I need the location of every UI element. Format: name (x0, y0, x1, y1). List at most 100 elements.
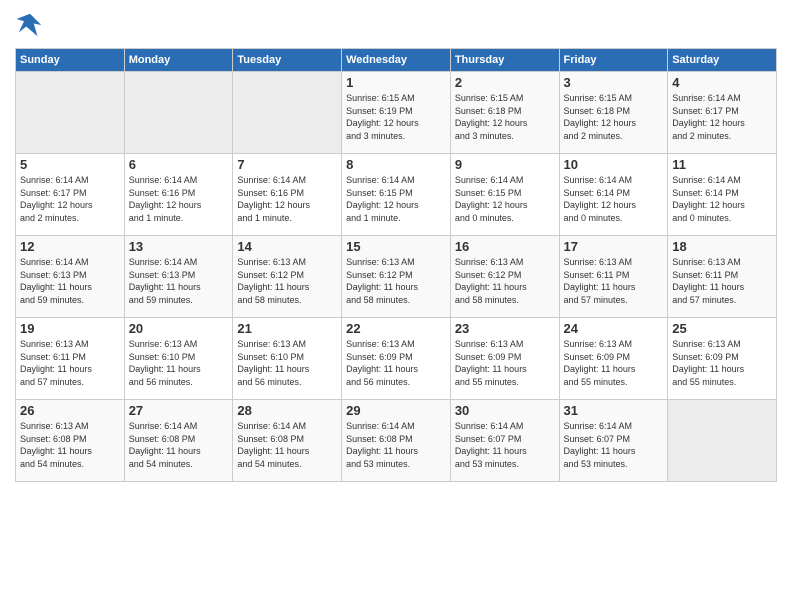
day-number: 17 (564, 239, 664, 254)
day-number: 26 (20, 403, 120, 418)
day-info: Sunrise: 6:14 AM Sunset: 6:07 PM Dayligh… (455, 420, 555, 470)
day-number: 7 (237, 157, 337, 172)
day-info: Sunrise: 6:14 AM Sunset: 6:16 PM Dayligh… (237, 174, 337, 224)
day-number: 3 (564, 75, 664, 90)
calendar-cell: 22 Sunrise: 6:13 AM Sunset: 6:09 PM Dayli… (342, 318, 451, 400)
calendar-cell: 18 Sunrise: 6:13 AM Sunset: 6:11 PM Dayli… (668, 236, 777, 318)
day-number: 9 (455, 157, 555, 172)
calendar-cell: 12 Sunrise: 6:14 AM Sunset: 6:13 PM Dayli… (16, 236, 125, 318)
calendar-cell: 20Sunrise: 6:13 AM Sunset: 6:10 PM Dayli… (124, 318, 233, 400)
day-info: Sunrise: 6:13 AM Sunset: 6:09 PM Dayligh… (672, 338, 772, 388)
day-info: Sunrise: 6:14 AM Sunset: 6:17 PM Dayligh… (20, 174, 120, 224)
day-number: 25 (672, 321, 772, 336)
calendar-cell: 8 Sunrise: 6:14 AM Sunset: 6:15 PM Daylig… (342, 154, 451, 236)
calendar-cell (16, 72, 125, 154)
day-info: Sunrise: 6:15 AM Sunset: 6:18 PM Dayligh… (564, 92, 664, 142)
weekday-header: Thursday (450, 49, 559, 72)
calendar-cell: 21 Sunrise: 6:13 AM Sunset: 6:10 PM Dayli… (233, 318, 342, 400)
day-info: Sunrise: 6:13 AM Sunset: 6:10 PM Dayligh… (237, 338, 337, 388)
weekday-header: Wednesday (342, 49, 451, 72)
day-number: 4 (672, 75, 772, 90)
day-number: 5 (20, 157, 120, 172)
calendar-cell: 26 Sunrise: 6:13 AM Sunset: 6:08 PM Dayli… (16, 400, 125, 482)
weekday-header: Tuesday (233, 49, 342, 72)
calendar-cell: 9 Sunrise: 6:14 AM Sunset: 6:15 PM Daylig… (450, 154, 559, 236)
day-info: Sunrise: 6:14 AM Sunset: 6:13 PM Dayligh… (129, 256, 229, 306)
page-container: SundayMondayTuesdayWednesdayThursdayFrid… (0, 0, 792, 492)
day-number: 31 (564, 403, 664, 418)
calendar-cell (124, 72, 233, 154)
logo-icon (15, 10, 45, 40)
calendar-cell (668, 400, 777, 482)
calendar-cell: 24 Sunrise: 6:13 AM Sunset: 6:09 PM Dayli… (559, 318, 668, 400)
day-info: Sunrise: 6:15 AM Sunset: 6:18 PM Dayligh… (455, 92, 555, 142)
weekday-header: Sunday (16, 49, 125, 72)
calendar-week-row: 19 Sunrise: 6:13 AM Sunset: 6:11 PM Dayli… (16, 318, 777, 400)
day-info: Sunrise: 6:13 AM Sunset: 6:11 PM Dayligh… (20, 338, 120, 388)
day-number: 29 (346, 403, 446, 418)
calendar-cell: 31 Sunrise: 6:14 AM Sunset: 6:07 PM Dayli… (559, 400, 668, 482)
day-number: 28 (237, 403, 337, 418)
logo (15, 10, 49, 40)
calendar-week-row: 5 Sunrise: 6:14 AM Sunset: 6:17 PM Daylig… (16, 154, 777, 236)
day-number: 23 (455, 321, 555, 336)
calendar-cell: 16Sunrise: 6:13 AM Sunset: 6:12 PM Dayli… (450, 236, 559, 318)
day-info: Sunrise: 6:13 AM Sunset: 6:09 PM Dayligh… (346, 338, 446, 388)
day-number: 1 (346, 75, 446, 90)
calendar-cell (233, 72, 342, 154)
day-info: Sunrise: 6:14 AM Sunset: 6:15 PM Dayligh… (346, 174, 446, 224)
day-number: 11 (672, 157, 772, 172)
day-info: Sunrise: 6:13 AM Sunset: 6:11 PM Dayligh… (672, 256, 772, 306)
day-number: 24 (564, 321, 664, 336)
day-info: Sunrise: 6:14 AM Sunset: 6:08 PM Dayligh… (129, 420, 229, 470)
day-number: 21 (237, 321, 337, 336)
calendar-cell: 25 Sunrise: 6:13 AM Sunset: 6:09 PM Dayli… (668, 318, 777, 400)
day-number: 10 (564, 157, 664, 172)
day-number: 22 (346, 321, 446, 336)
calendar-cell: 27Sunrise: 6:14 AM Sunset: 6:08 PM Dayli… (124, 400, 233, 482)
day-info: Sunrise: 6:15 AM Sunset: 6:19 PM Dayligh… (346, 92, 446, 142)
calendar-week-row: 1 Sunrise: 6:15 AM Sunset: 6:19 PM Daylig… (16, 72, 777, 154)
calendar-table: SundayMondayTuesdayWednesdayThursdayFrid… (15, 48, 777, 482)
day-info: Sunrise: 6:14 AM Sunset: 6:14 PM Dayligh… (564, 174, 664, 224)
day-info: Sunrise: 6:13 AM Sunset: 6:12 PM Dayligh… (346, 256, 446, 306)
day-number: 12 (20, 239, 120, 254)
day-number: 19 (20, 321, 120, 336)
day-info: Sunrise: 6:14 AM Sunset: 6:17 PM Dayligh… (672, 92, 772, 142)
day-info: Sunrise: 6:14 AM Sunset: 6:14 PM Dayligh… (672, 174, 772, 224)
day-number: 13 (129, 239, 229, 254)
day-number: 18 (672, 239, 772, 254)
day-info: Sunrise: 6:13 AM Sunset: 6:11 PM Dayligh… (564, 256, 664, 306)
calendar-cell: 7 Sunrise: 6:14 AM Sunset: 6:16 PM Daylig… (233, 154, 342, 236)
weekday-header: Saturday (668, 49, 777, 72)
day-info: Sunrise: 6:14 AM Sunset: 6:15 PM Dayligh… (455, 174, 555, 224)
day-info: Sunrise: 6:13 AM Sunset: 6:08 PM Dayligh… (20, 420, 120, 470)
day-number: 14 (237, 239, 337, 254)
calendar-cell: 14Sunrise: 6:13 AM Sunset: 6:12 PM Dayli… (233, 236, 342, 318)
calendar-cell: 2 Sunrise: 6:15 AM Sunset: 6:18 PM Daylig… (450, 72, 559, 154)
day-number: 16 (455, 239, 555, 254)
calendar-cell: 13 Sunrise: 6:14 AM Sunset: 6:13 PM Dayli… (124, 236, 233, 318)
day-number: 30 (455, 403, 555, 418)
calendar-week-row: 12 Sunrise: 6:14 AM Sunset: 6:13 PM Dayli… (16, 236, 777, 318)
calendar-cell: 5 Sunrise: 6:14 AM Sunset: 6:17 PM Daylig… (16, 154, 125, 236)
day-number: 8 (346, 157, 446, 172)
calendar-cell: 6Sunrise: 6:14 AM Sunset: 6:16 PM Daylig… (124, 154, 233, 236)
weekday-header: Friday (559, 49, 668, 72)
day-info: Sunrise: 6:13 AM Sunset: 6:09 PM Dayligh… (564, 338, 664, 388)
calendar-cell: 23 Sunrise: 6:13 AM Sunset: 6:09 PM Dayli… (450, 318, 559, 400)
day-info: Sunrise: 6:14 AM Sunset: 6:08 PM Dayligh… (237, 420, 337, 470)
day-info: Sunrise: 6:14 AM Sunset: 6:13 PM Dayligh… (20, 256, 120, 306)
weekday-header-row: SundayMondayTuesdayWednesdayThursdayFrid… (16, 49, 777, 72)
day-info: Sunrise: 6:14 AM Sunset: 6:07 PM Dayligh… (564, 420, 664, 470)
day-number: 15 (346, 239, 446, 254)
header (15, 10, 777, 40)
day-number: 2 (455, 75, 555, 90)
calendar-cell: 11 Sunrise: 6:14 AM Sunset: 6:14 PM Dayli… (668, 154, 777, 236)
calendar-cell: 28 Sunrise: 6:14 AM Sunset: 6:08 PM Dayli… (233, 400, 342, 482)
day-number: 6 (129, 157, 229, 172)
day-info: Sunrise: 6:13 AM Sunset: 6:09 PM Dayligh… (455, 338, 555, 388)
day-info: Sunrise: 6:14 AM Sunset: 6:08 PM Dayligh… (346, 420, 446, 470)
calendar-cell: 3 Sunrise: 6:15 AM Sunset: 6:18 PM Daylig… (559, 72, 668, 154)
calendar-cell: 10 Sunrise: 6:14 AM Sunset: 6:14 PM Dayli… (559, 154, 668, 236)
